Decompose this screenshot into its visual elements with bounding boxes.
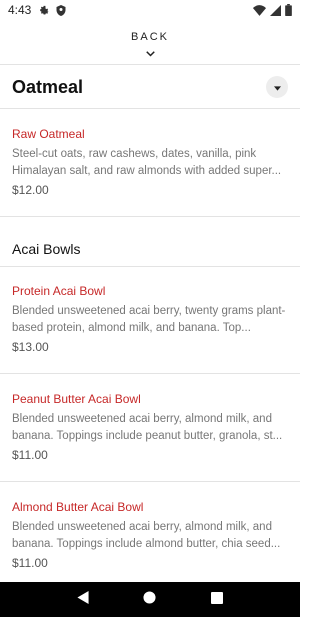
category-header[interactable]: Oatmeal [0, 66, 300, 108]
status-time: 4:43 [8, 3, 32, 17]
back-triangle-icon[interactable] [77, 590, 89, 609]
item-description: Blended unsweetened acai berry, twenty g… [12, 305, 286, 334]
gear-icon [39, 5, 50, 16]
menu-item[interactable]: Peanut Butter Acai Bowl Blended unsweete… [0, 391, 300, 463]
cell-signal-icon [270, 4, 281, 16]
category-divider [0, 108, 300, 109]
home-circle-icon[interactable] [143, 590, 157, 609]
back-label: BACK [131, 31, 169, 43]
item-divider [0, 216, 300, 217]
category-toggle-button[interactable] [266, 76, 288, 98]
caret-down-icon [273, 78, 281, 96]
back-button[interactable]: BACK [0, 26, 300, 64]
item-price: $11.00 [12, 556, 48, 570]
item-price: $12.00 [12, 183, 49, 197]
recents-square-icon[interactable] [210, 591, 223, 609]
header-divider [0, 64, 300, 65]
menu-item[interactable]: Raw Oatmeal Steel-cut oats, raw cashews,… [0, 126, 300, 198]
section-divider [0, 266, 300, 267]
item-description: Blended unsweetened acai berry, almond m… [12, 413, 283, 442]
shield-icon [56, 4, 66, 16]
item-name: Peanut Butter Acai Bowl [12, 392, 141, 406]
battery-icon [285, 4, 292, 16]
item-description: Steel-cut oats, raw cashews, dates, vani… [12, 148, 282, 177]
item-name: Almond Butter Acai Bowl [12, 500, 144, 514]
menu-item[interactable]: Protein Acai Bowl Blended unsweetened ac… [0, 283, 300, 355]
status-bar: 4:43 [0, 0, 300, 20]
category-title: Oatmeal [12, 76, 84, 97]
item-price: $13.00 [12, 340, 49, 354]
section-title: Acai Bowls [12, 241, 81, 257]
menu-item[interactable]: Almond Butter Acai Bowl Blended unsweete… [0, 499, 300, 571]
item-name: Raw Oatmeal [12, 127, 85, 141]
navigation-bar [0, 582, 300, 617]
item-name: Protein Acai Bowl [12, 284, 106, 298]
chevron-down-icon [145, 44, 155, 62]
item-price: $11.00 [12, 448, 48, 462]
item-divider [0, 481, 300, 482]
wifi-icon [253, 4, 266, 16]
item-description: Blended unsweetened acai berry, almond m… [12, 521, 281, 550]
item-divider [0, 373, 300, 374]
